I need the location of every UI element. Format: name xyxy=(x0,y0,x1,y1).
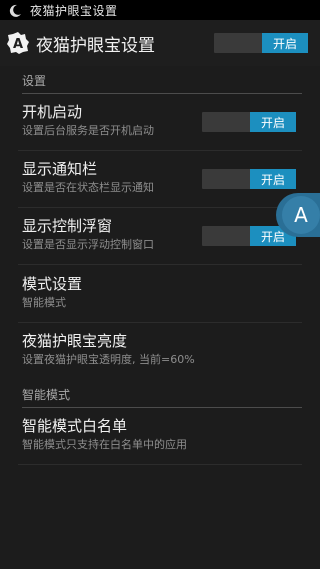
section-header-smart-mode: 智能模式 xyxy=(22,386,302,408)
floating-control-button[interactable]: A xyxy=(276,193,320,237)
page-title: 夜猫护眼宝设置 xyxy=(36,35,155,56)
switch-on-label: 开启 xyxy=(262,33,308,53)
moon-icon xyxy=(8,3,22,17)
setting-item-brightness[interactable]: 夜猫护眼宝亮度 设置夜猫护眼宝透明度, 当前=60% xyxy=(22,332,302,367)
settings-screen: 夜猫护眼宝设置 A 夜猫护眼宝设置 开启 设置 开机启动 设置后台服务是否开机启… xyxy=(0,0,320,569)
settings-list: 设置 开机启动 设置后台服务是否开机启动 开启 显示通知栏 设置是否在状态栏显示… xyxy=(0,66,320,569)
setting-subtitle: 智能模式只支持在白名单中的应用 xyxy=(22,438,187,451)
notification-switch[interactable]: 开启 xyxy=(202,169,296,189)
floating-control-label: A xyxy=(282,196,320,234)
divider xyxy=(18,264,302,265)
status-bar-title: 夜猫护眼宝设置 xyxy=(30,3,118,18)
setting-item-mode[interactable]: 模式设置 智能模式 xyxy=(22,275,302,310)
setting-title: 智能模式白名单 xyxy=(22,417,128,435)
switch-on-label: 开启 xyxy=(250,169,296,189)
app-logo-icon: A xyxy=(6,31,30,55)
switch-on-label: 开启 xyxy=(250,112,296,132)
svg-text:A: A xyxy=(13,37,23,52)
section-header-settings: 设置 xyxy=(22,72,302,94)
boot-start-switch[interactable]: 开启 xyxy=(202,112,296,132)
divider xyxy=(18,207,302,208)
divider xyxy=(18,464,302,465)
master-toggle-switch[interactable]: 开启 xyxy=(214,33,308,53)
status-bar: 夜猫护眼宝设置 xyxy=(0,0,320,20)
setting-item-whitelist[interactable]: 智能模式白名单 智能模式只支持在白名单中的应用 xyxy=(22,417,302,452)
divider xyxy=(18,150,302,151)
setting-title: 夜猫护眼宝亮度 xyxy=(22,332,128,350)
setting-subtitle: 设置夜猫护眼宝透明度, 当前=60% xyxy=(22,353,195,366)
setting-subtitle: 智能模式 xyxy=(22,296,66,309)
divider xyxy=(18,322,302,323)
setting-title: 模式设置 xyxy=(22,275,83,293)
